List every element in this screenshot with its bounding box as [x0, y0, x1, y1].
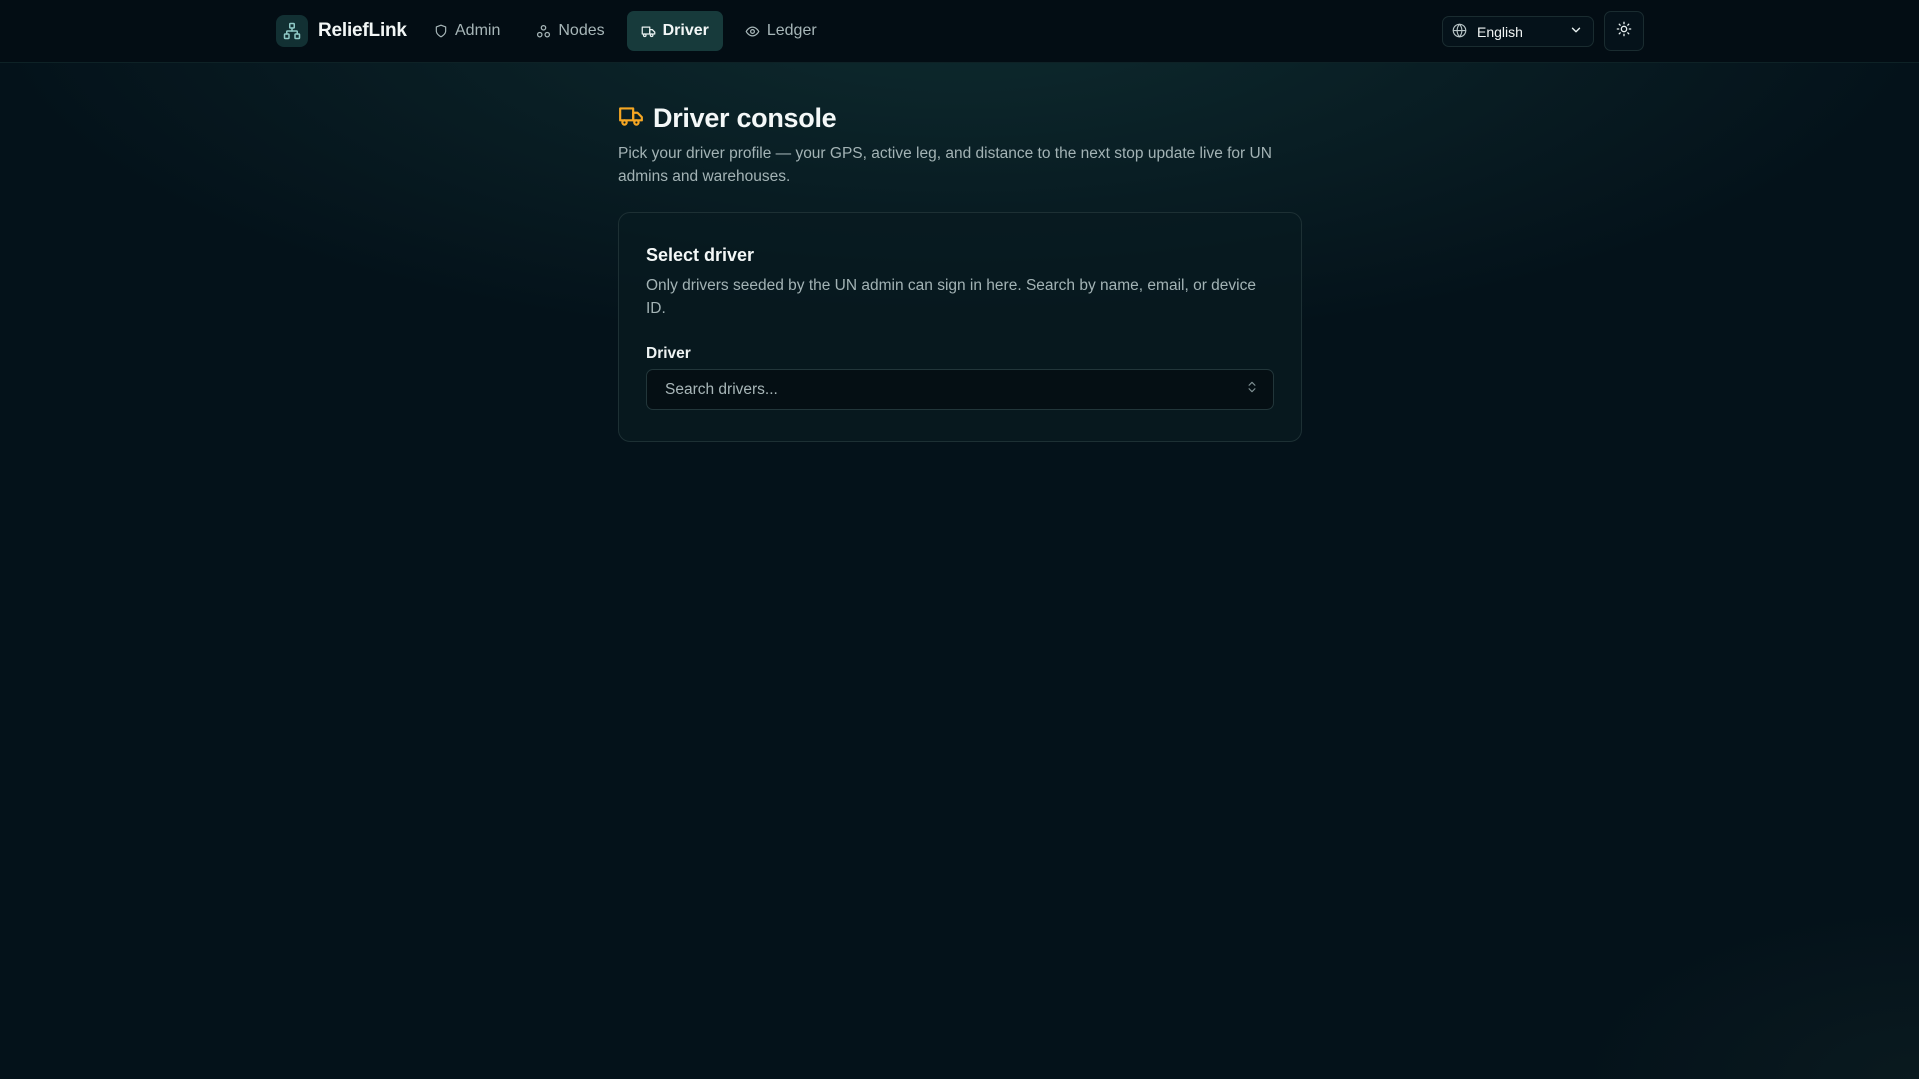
driver-search-combobox[interactable]: Search drivers...: [646, 369, 1274, 410]
chevron-down-icon: [1569, 23, 1583, 40]
page-subtitle: Pick your driver profile — your GPS, act…: [618, 145, 1272, 185]
truck-icon: [618, 103, 644, 134]
nav-item-label: Driver: [662, 22, 709, 39]
nodes-icon: [536, 24, 551, 39]
nav-item-nodes[interactable]: Nodes: [522, 11, 618, 51]
main-nav: Admin Nodes Driver Ledger: [420, 11, 831, 51]
truck-icon: [641, 24, 656, 39]
shield-icon: [434, 24, 448, 38]
theme-toggle-button[interactable]: [1604, 11, 1644, 51]
page-title-row: Driver console: [618, 100, 1308, 136]
driver-field-label: Driver: [646, 345, 691, 362]
card-title: Select driver: [646, 245, 755, 265]
nav-item-admin[interactable]: Admin: [420, 11, 514, 51]
globe-icon: [1452, 23, 1467, 41]
page-header: Driver console Pick your driver profile …: [618, 100, 1308, 188]
nav-item-label: Ledger: [766, 22, 817, 39]
brand-name: ReliefLink: [318, 20, 407, 41]
nav-item-label: Admin: [455, 22, 501, 39]
network-icon: [276, 15, 308, 47]
page-title: Driver console: [653, 102, 837, 133]
driver-search-placeholder: Search drivers...: [665, 380, 778, 398]
language-select-value: English: [1477, 23, 1523, 40]
chevrons-up-down-icon: [1245, 380, 1259, 399]
nav-item-ledger[interactable]: Ledger: [731, 11, 831, 51]
language-select[interactable]: English: [1442, 16, 1594, 47]
card-description: Only drivers seeded by the UN admin can …: [646, 277, 1256, 317]
top-navigation-bar: ReliefLink Admin Nodes Driver Ledger Eng…: [0, 0, 1919, 63]
brand[interactable]: ReliefLink: [276, 15, 407, 47]
sun-icon: [1616, 21, 1632, 42]
nav-item-driver[interactable]: Driver: [626, 11, 723, 51]
nav-item-label: Nodes: [558, 22, 605, 39]
select-driver-card: Select driver Only drivers seeded by the…: [618, 212, 1302, 442]
eye-icon: [745, 24, 760, 39]
